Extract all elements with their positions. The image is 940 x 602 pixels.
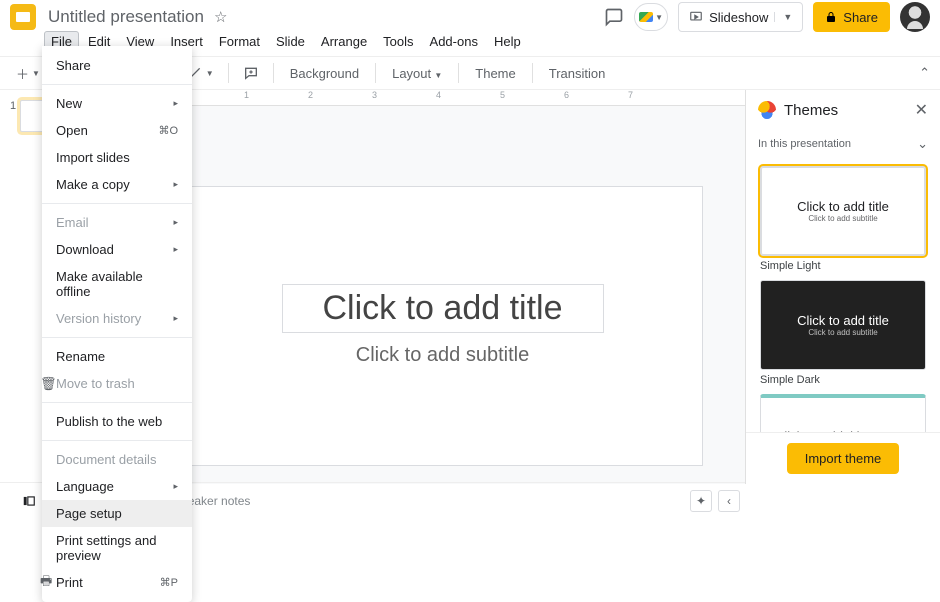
share-button[interactable]: Share <box>813 2 890 32</box>
close-icon[interactable]: ✕ <box>915 100 928 120</box>
menu-item-make-available-offline[interactable]: Make available offline <box>42 263 192 305</box>
comment-tool[interactable] <box>237 61 265 85</box>
show-side-panel-button[interactable]: ‹ <box>718 490 740 512</box>
slideshow-button[interactable]: Slideshow ▼ <box>678 2 803 32</box>
menu-arrange[interactable]: Arrange <box>314 31 374 52</box>
canvas: 1234567 Click to add title Click to add … <box>140 90 745 484</box>
menu-item-language[interactable]: Language▸ <box>42 473 192 500</box>
trash-icon: 🗑 <box>40 376 54 392</box>
slideshow-label: Slideshow <box>709 10 768 25</box>
document-title[interactable]: Untitled presentation <box>48 7 204 27</box>
menu-item-publish-to-the-web[interactable]: Publish to the web <box>42 408 192 435</box>
theme-name: Simple Dark <box>760 374 926 386</box>
account-avatar[interactable] <box>900 2 930 32</box>
menu-item-rename[interactable]: Rename <box>42 343 192 370</box>
ruler: 1234567 <box>140 90 745 106</box>
menu-item-new[interactable]: New▸ <box>42 90 192 117</box>
theme-button[interactable]: Theme <box>467 62 523 85</box>
chevron-down-icon[interactable]: ⌄ <box>917 136 928 152</box>
menu-item-open[interactable]: Open⌘O <box>42 117 192 144</box>
speaker-notes[interactable]: Click to add speaker notes <box>96 486 745 516</box>
share-label: Share <box>843 10 878 25</box>
menu-help[interactable]: Help <box>487 31 528 52</box>
slides-logo[interactable] <box>10 4 36 30</box>
menu-tools[interactable]: Tools <box>376 31 420 52</box>
slide-number: 1 <box>10 100 16 132</box>
background-button[interactable]: Background <box>282 62 367 85</box>
theme-name: Simple Light <box>760 260 926 272</box>
menu-add-ons[interactable]: Add-ons <box>423 31 485 52</box>
slide[interactable]: Click to add title Click to add subtitle <box>183 186 703 466</box>
submenu-arrow-icon: ▸ <box>173 217 178 228</box>
filmstrip-view-button[interactable] <box>20 494 38 508</box>
meet-button[interactable]: ▼ <box>634 3 668 31</box>
submenu-arrow-icon: ▸ <box>173 98 178 109</box>
themes-panel: Themes ✕ In this presentation ⌄ Click to… <box>745 90 940 484</box>
submenu-arrow-icon: ▸ <box>173 481 178 492</box>
menu-item-print[interactable]: 🖶Print⌘P <box>42 569 192 596</box>
menu-item-print-settings-and-preview[interactable]: Print settings and preview <box>42 527 192 569</box>
menu-item-page-setup[interactable]: Page setup <box>42 500 192 527</box>
themes-icon <box>758 101 776 119</box>
comments-icon[interactable] <box>604 7 624 27</box>
shortcut-label: ⌘O <box>158 124 178 137</box>
print-icon: 🖶 <box>40 572 54 594</box>
import-theme-button[interactable]: Import theme <box>787 443 900 474</box>
slideshow-caret-icon[interactable]: ▼ <box>774 12 792 22</box>
menu-item-share[interactable]: Share <box>42 52 192 79</box>
menu-slide[interactable]: Slide <box>269 31 312 52</box>
menu-item-document-details: Document details <box>42 446 192 473</box>
menu-format[interactable]: Format <box>212 31 267 52</box>
theme-preview[interactable]: Click to add titleClick to add subtitle <box>760 280 926 370</box>
new-slide-button[interactable]: ＋▼ <box>10 60 46 87</box>
submenu-arrow-icon: ▸ <box>173 313 178 324</box>
star-icon[interactable]: ☆ <box>214 8 227 26</box>
theme-preview[interactable]: Click to add titleClick to add subtitle <box>760 166 926 256</box>
submenu-arrow-icon: ▸ <box>173 244 178 255</box>
layout-button[interactable]: Layout ▼ <box>384 62 450 85</box>
menu-item-make-a-copy[interactable]: Make a copy▸ <box>42 171 192 198</box>
themes-title: Themes <box>784 102 907 119</box>
menu-item-move-to-trash: 🗑Move to trash <box>42 370 192 397</box>
menu-item-download[interactable]: Download▸ <box>42 236 192 263</box>
themes-section-label: In this presentation <box>758 138 851 150</box>
menu-item-email: Email▸ <box>42 209 192 236</box>
transition-button[interactable]: Transition <box>541 62 614 85</box>
explore-button[interactable]: ✦ <box>690 490 712 512</box>
slide-title-placeholder[interactable]: Click to add title <box>282 284 604 333</box>
file-menu-dropdown: Share New▸Open⌘OImport slidesMake a copy▸… <box>42 46 192 602</box>
shortcut-label: ⌘P <box>160 576 178 589</box>
theme-preview[interactable]: Click to add titleClick to add subtitle <box>760 394 926 432</box>
submenu-arrow-icon: ▸ <box>173 179 178 190</box>
slide-subtitle-placeholder[interactable]: Click to add subtitle <box>355 343 530 368</box>
menu-item-import-slides[interactable]: Import slides <box>42 144 192 171</box>
collapse-toolbar-icon[interactable]: ⌃ <box>919 65 930 81</box>
menu-item-version-history: Version history▸ <box>42 305 192 332</box>
